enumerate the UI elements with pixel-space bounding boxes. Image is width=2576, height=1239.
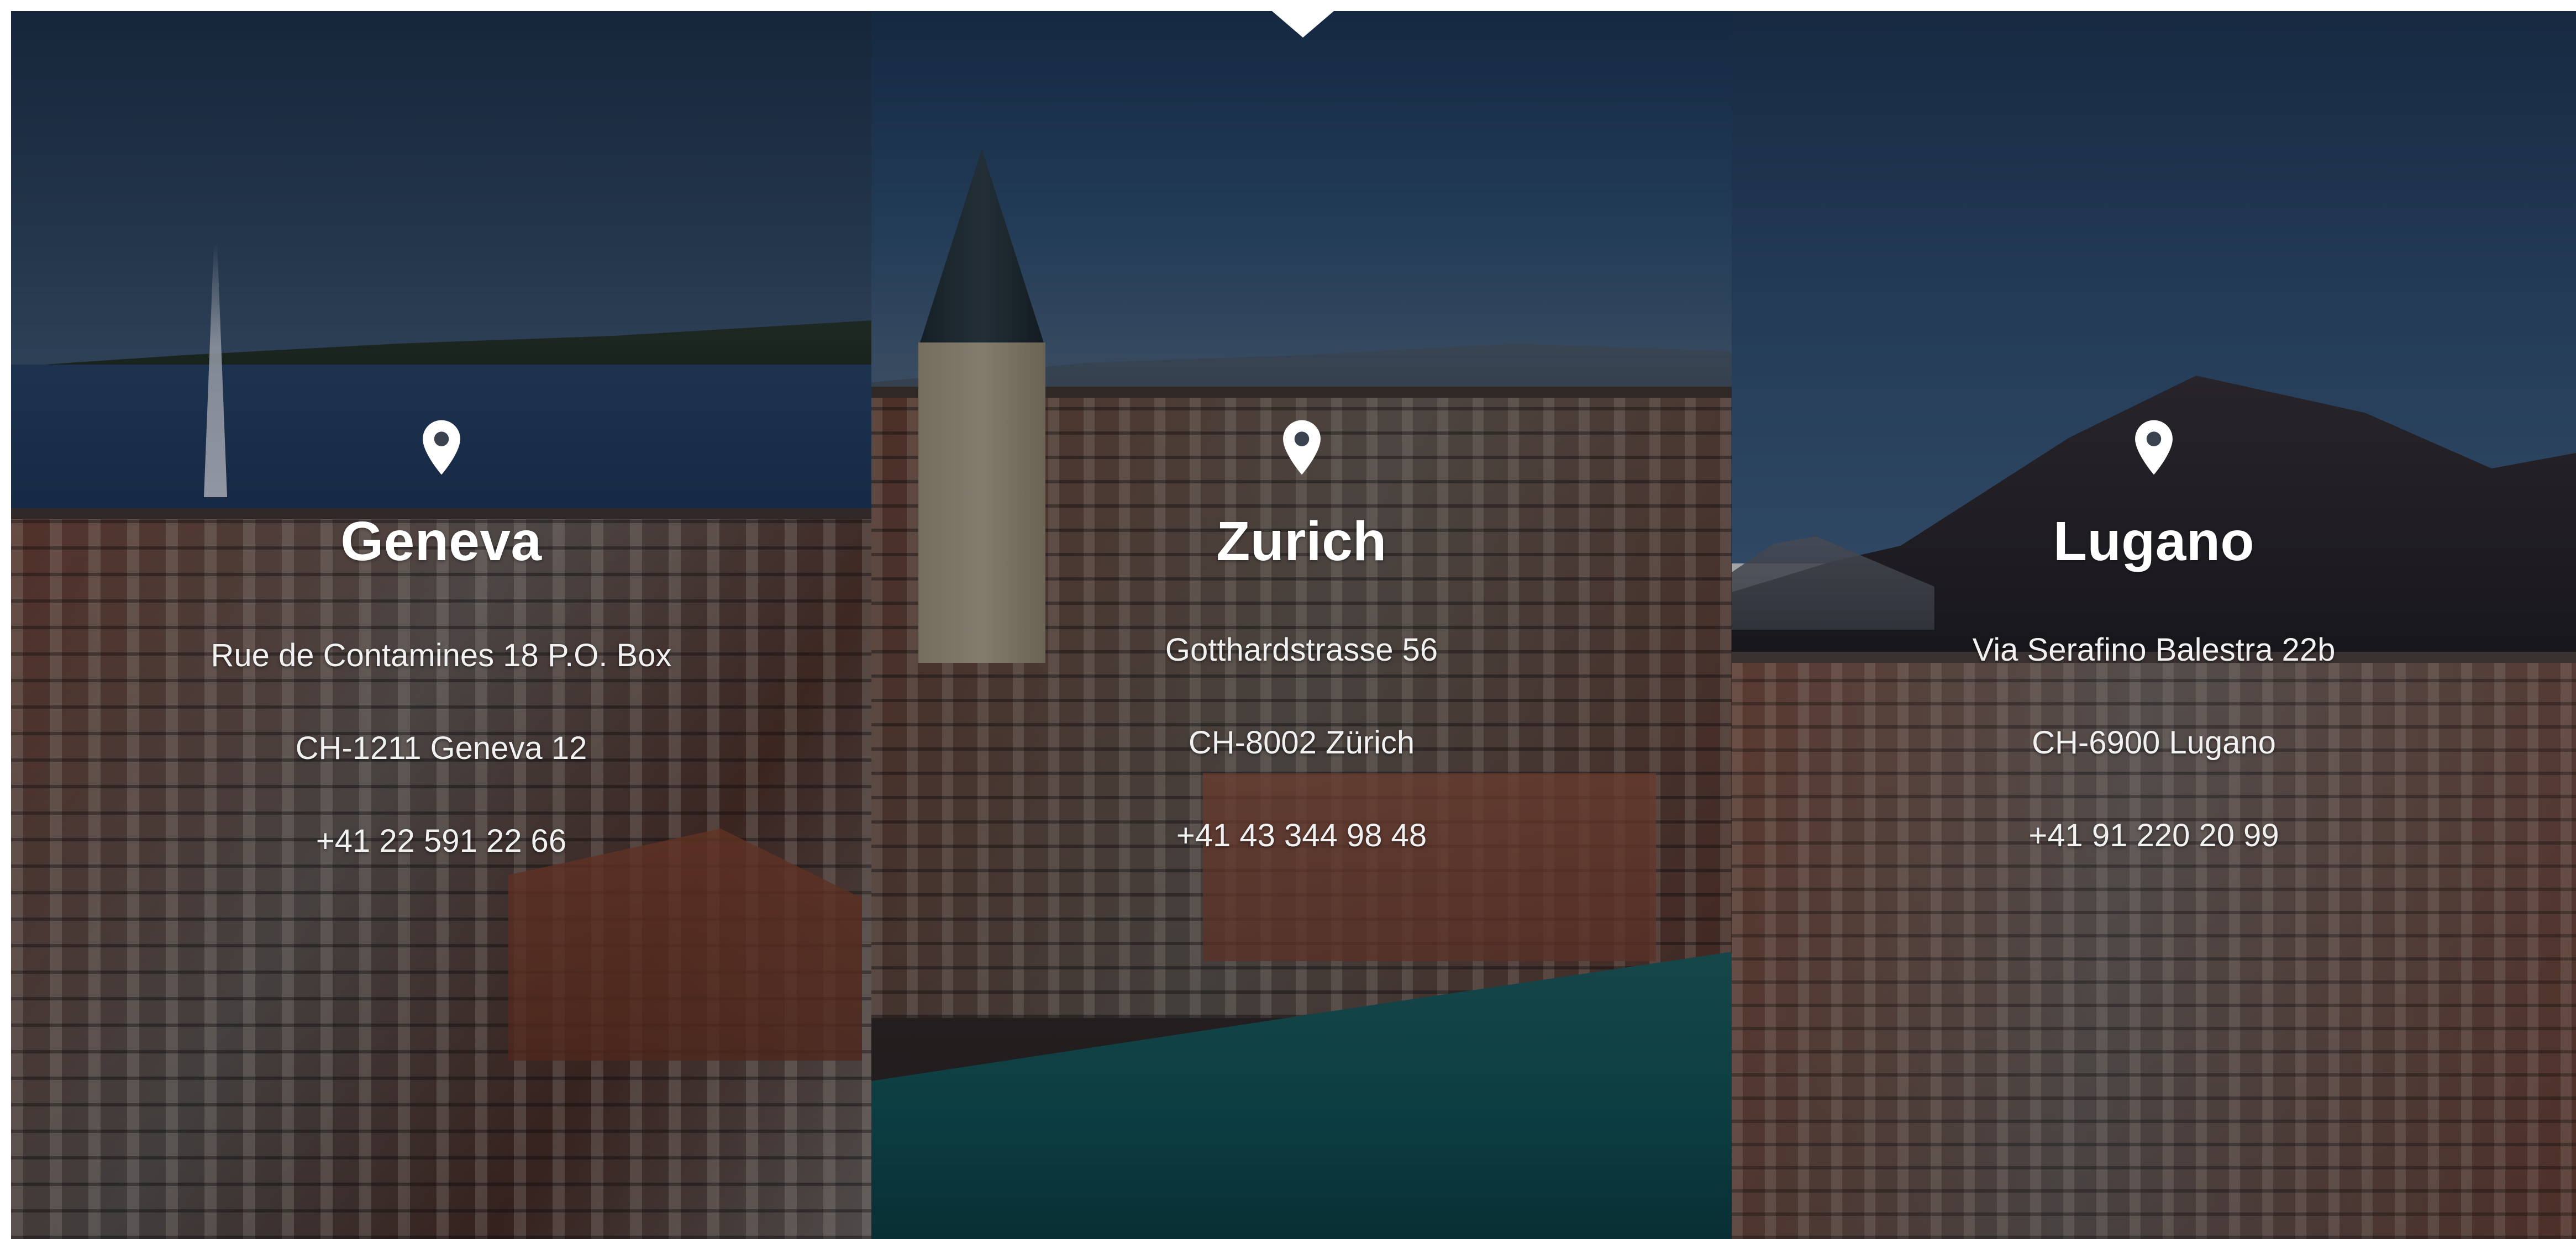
map-pin-icon	[1282, 420, 1321, 475]
active-panel-indicator	[1272, 11, 1334, 38]
zurich-hills-bg	[871, 344, 1732, 398]
office-postal-code: CH-6900 Lugano	[2032, 725, 2276, 761]
office-info: Lugano Via Serafino Balestra 22b CH-6900…	[1732, 420, 2576, 852]
map-pin-icon	[2135, 420, 2173, 475]
office-street-address: Via Serafino Balestra 22b	[1972, 632, 2336, 668]
office-phone-link[interactable]: +41 22 591 22 66	[11, 825, 871, 857]
zurich-sky-bg	[871, 11, 1732, 398]
office-info: Zurich Gotthardstrasse 56 CH-8002 Zürich…	[871, 420, 1732, 852]
geneva-roof-bg	[508, 829, 862, 1061]
office-postal-code: CH-8002 Zürich	[1188, 725, 1415, 761]
office-info: Geneva Rue de Contamines 18 P.O. Box CH-…	[11, 420, 871, 857]
office-card-lugano[interactable]: Lugano Via Serafino Balestra 22b CH-6900…	[1732, 11, 2576, 1239]
office-card-geneva[interactable]: Geneva Rue de Contamines 18 P.O. Box CH-…	[11, 11, 871, 1239]
zurich-church-spire-bg	[918, 149, 1045, 348]
office-locations: Geneva Rue de Contamines 18 P.O. Box CH-…	[11, 11, 2576, 1239]
office-phone-link[interactable]: +41 91 220 20 99	[1732, 820, 2576, 852]
office-postal-code: CH-1211 Geneva 12	[295, 730, 587, 766]
office-card-zurich[interactable]: Zurich Gotthardstrasse 56 CH-8002 Zürich…	[871, 11, 1732, 1239]
office-street-address: Gotthardstrasse 56	[1165, 632, 1438, 668]
geneva-sky-bg	[11, 11, 871, 398]
office-phone-link[interactable]: +41 43 344 98 48	[871, 820, 1732, 852]
zurich-river-bg	[871, 952, 1732, 1239]
geneva-hills-bg	[11, 320, 871, 398]
office-city-name: Lugano	[2053, 510, 2255, 572]
map-pin-icon	[422, 420, 460, 475]
office-street-address: Rue de Contamines 18 P.O. Box	[211, 637, 672, 673]
office-city-name: Zurich	[1216, 510, 1387, 572]
office-city-name: Geneva	[340, 510, 542, 572]
